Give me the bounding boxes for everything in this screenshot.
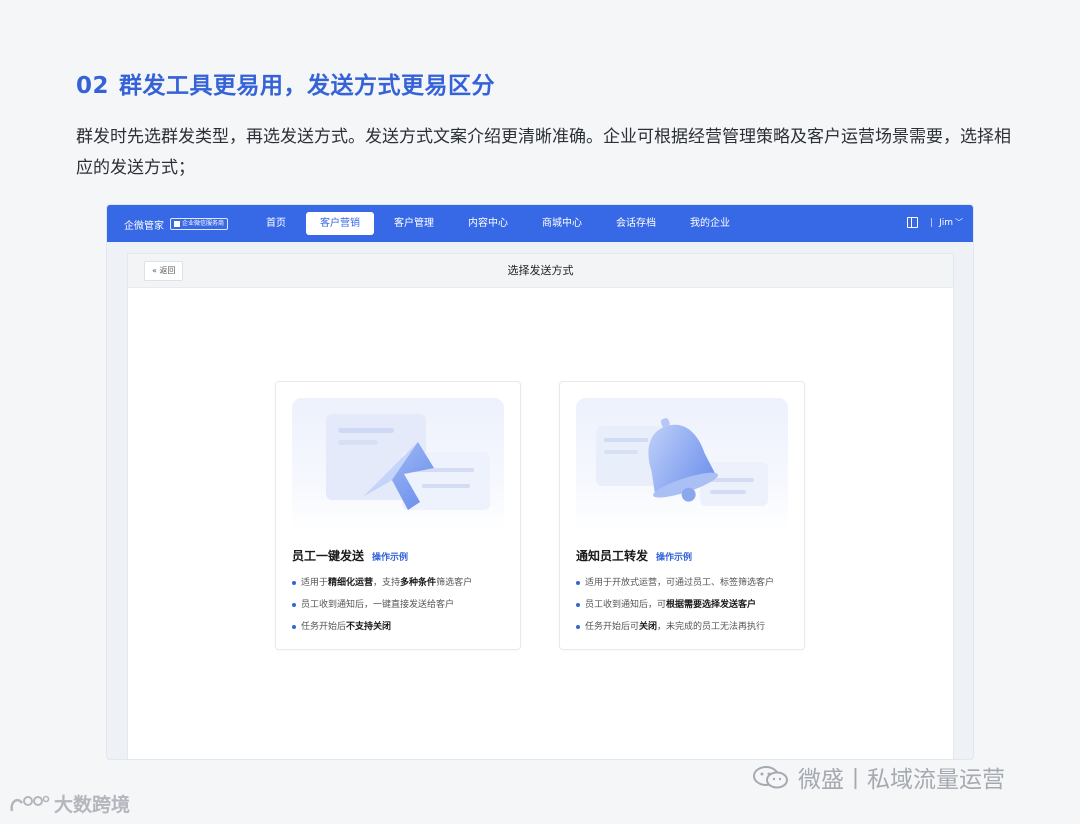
list-item: 员工收到通知后，一键直接发送给客户 xyxy=(292,594,472,616)
watermark-text: 大数跨境 xyxy=(54,794,131,816)
list-item: 适用于开放式运营，可通过员工、标签筛选客户 xyxy=(576,572,774,594)
brand-logo-icon xyxy=(10,795,50,811)
page-title: 选择发送方式 xyxy=(507,264,574,277)
nav-item-my-enterprise[interactable]: 我的企业 xyxy=(676,212,744,235)
user-area: | Jim ﹀ xyxy=(907,217,963,228)
wechat-icon xyxy=(753,766,788,789)
nav-item-mall-center[interactable]: 商城中心 xyxy=(528,212,596,235)
card-feature-list: 适用于精细化运营，支持多种条件筛选客户 员工收到通知后，一键直接发送给客户 任务… xyxy=(292,572,472,638)
send-method-card-notify[interactable]: 通知员工转发 操作示例 适用于开放式运营，可通过员工、标签筛选客户 员工收到通知后… xyxy=(559,381,805,650)
list-item: 员工收到通知后，可根据需要选择发送客户 xyxy=(576,594,774,616)
wecom-logo-icon xyxy=(174,220,180,227)
content-panel: 选择发送方式 « 返回 员工一键发送 操作示例 适用于精细化运营，支持多种条件筛… xyxy=(127,253,954,759)
card-title: 员工一键发送 操作示例 xyxy=(292,549,409,563)
help-book-icon[interactable] xyxy=(907,217,919,228)
back-button[interactable]: « 返回 xyxy=(144,261,184,281)
watermark-text: 微盛丨私域流量运营 xyxy=(798,767,1005,793)
cursor-arrow-icon xyxy=(326,414,490,510)
top-navigation-bar: 企微管家 企业微信服务商 首页 客户营销 客户管理 内容中心 商城中心 会话存档… xyxy=(107,205,973,242)
divider: | xyxy=(930,217,934,228)
app-window: 企微管家 企业微信服务商 首页 客户营销 客户管理 内容中心 商城中心 会话存档… xyxy=(107,205,973,759)
brand-badge: 企业微信服务商 xyxy=(170,218,229,230)
bell-icon xyxy=(596,418,768,506)
nav-item-customer-management[interactable]: 客户管理 xyxy=(380,212,448,235)
send-method-card-one-click[interactable]: 员工一键发送 操作示例 适用于精细化运营，支持多种条件筛选客户 员工收到通知后，一… xyxy=(275,381,521,650)
section-number: 02 xyxy=(76,73,110,99)
user-menu[interactable]: Jim ﹀ xyxy=(939,217,963,228)
wechat-watermark: 微盛丨私域流量运营 xyxy=(752,760,1005,794)
brand-name: 企微管家 xyxy=(124,221,164,232)
nav-item-content-center[interactable]: 内容中心 xyxy=(454,212,522,235)
section-description: 群发时先选群发类型，再选发送方式。发送方式文案介绍更清晰准确。企业可根据经营管理… xyxy=(76,127,1011,178)
section-title: 群发工具更易用，发送方式更易区分 xyxy=(119,73,496,99)
example-link[interactable]: 操作示例 xyxy=(372,553,408,563)
nav-item-home[interactable]: 首页 xyxy=(252,212,300,235)
example-link[interactable]: 操作示例 xyxy=(656,553,692,563)
bell-illustration xyxy=(576,398,788,530)
list-item: 任务开始后可关闭，未完成的员工无法再执行 xyxy=(576,616,774,638)
chevron-down-icon: ﹀ xyxy=(955,218,963,227)
list-item: 适用于精细化运营，支持多种条件筛选客户 xyxy=(292,572,472,594)
section-heading: 02 群发工具更易用，发送方式更易区分 xyxy=(76,66,495,100)
cursor-illustration xyxy=(292,398,504,530)
list-item: 任务开始后不支持关闭 xyxy=(292,616,472,638)
nav-item-customer-marketing[interactable]: 客户营销 xyxy=(306,212,374,235)
user-name: Jim xyxy=(939,218,953,228)
card-title: 通知员工转发 操作示例 xyxy=(576,549,693,563)
main-nav: 首页 客户营销 客户管理 内容中心 商城中心 会话存档 我的企业 xyxy=(252,212,750,235)
nav-item-chat-archive[interactable]: 会话存档 xyxy=(602,212,670,235)
card-feature-list: 适用于开放式运营，可通过员工、标签筛选客户 员工收到通知后，可根据需要选择发送客… xyxy=(576,572,774,638)
panel-header: 选择发送方式 « 返回 xyxy=(128,254,953,288)
brand-watermark: 大数跨境 xyxy=(8,790,130,817)
